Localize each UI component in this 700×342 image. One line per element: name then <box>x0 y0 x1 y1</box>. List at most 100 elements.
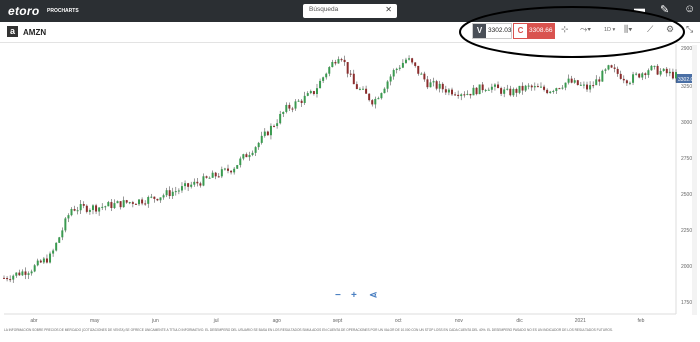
candle-body <box>95 205 98 212</box>
candle-body <box>291 108 294 110</box>
candle-body <box>398 67 401 69</box>
zoom-out-button[interactable]: − <box>335 290 341 301</box>
candle-body <box>303 95 306 103</box>
candle-body <box>586 84 589 90</box>
candle-body <box>558 88 561 90</box>
candle-body <box>509 88 512 96</box>
candle-body <box>478 84 481 95</box>
candle-body <box>426 79 429 88</box>
share-icon[interactable]: ⋖ <box>369 290 377 301</box>
compare-icon[interactable]: ⤳▾ <box>580 24 591 35</box>
candle-body <box>88 210 91 212</box>
candle-body <box>153 196 156 199</box>
candle-body <box>564 82 567 88</box>
candle-body <box>61 230 64 238</box>
candle-body <box>76 210 79 212</box>
candle-body <box>555 88 558 91</box>
y-tick-label: 2500 <box>681 192 692 198</box>
candle-body <box>33 265 36 272</box>
candle-body <box>128 202 131 204</box>
crosshair-icon[interactable]: ⊹ <box>561 24 569 35</box>
buy-button[interactable]: C 3308.66 <box>513 23 555 39</box>
sell-button[interactable]: V 3302.03 <box>472 23 512 39</box>
candle-body <box>45 258 48 263</box>
price-chart[interactable]: 290032503000275025002250200017503302.03a… <box>0 42 700 327</box>
candle-body <box>417 65 420 74</box>
search-input[interactable]: Búsqueda ✕ <box>303 4 397 18</box>
candle-body <box>616 68 619 74</box>
candle-body <box>233 168 236 173</box>
collapse-icon[interactable]: ⤡ <box>686 24 693 35</box>
candle-body <box>85 205 88 212</box>
candle-body <box>362 88 365 90</box>
candle-body <box>205 176 208 178</box>
candle-body <box>3 277 5 279</box>
user-icon[interactable]: ☺ <box>684 3 695 15</box>
close-icon[interactable]: ✕ <box>385 5 392 14</box>
buy-price: 3308.66 <box>529 27 553 34</box>
candle-body <box>180 186 183 191</box>
candle-body <box>579 84 582 86</box>
candle-body <box>134 203 137 205</box>
candle-body <box>644 73 647 76</box>
buy-label: C <box>514 24 527 38</box>
candle-body <box>331 61 334 68</box>
chart-scrollbar[interactable] <box>692 45 697 315</box>
instrument-bar: a AMZN V 3302.03 C 3308.66 <box>0 22 700 43</box>
candle-body <box>444 89 447 93</box>
candle-body <box>454 94 457 96</box>
candle-body <box>6 277 9 280</box>
candle-body <box>383 88 386 94</box>
candle-body <box>257 142 260 148</box>
candle-body <box>447 89 450 93</box>
candle-body <box>481 84 484 91</box>
candle-body <box>328 67 331 74</box>
x-tick-label: jun <box>151 318 159 324</box>
candle-body <box>101 206 104 208</box>
candle-body <box>420 73 423 75</box>
candle-body <box>650 65 653 71</box>
candle-body <box>156 198 159 201</box>
candle-body <box>371 100 374 105</box>
candle-body <box>73 209 76 211</box>
candle-body <box>460 94 463 97</box>
candle-body <box>438 83 441 89</box>
etoro-logo[interactable]: etoro <box>8 4 40 18</box>
candle-body <box>368 93 371 101</box>
draw-tools-icon[interactable]: ⟋ <box>647 24 653 35</box>
candle-body <box>521 85 524 91</box>
candle-body <box>309 91 312 94</box>
candle-body <box>36 260 39 266</box>
x-tick-label: jul <box>213 318 219 324</box>
settings-icon[interactable]: ⚙ <box>666 24 674 35</box>
candle-body <box>18 272 21 276</box>
candle-body <box>432 81 435 83</box>
pencil-icon[interactable]: ✎ <box>660 3 669 16</box>
candle-body <box>358 88 361 90</box>
candle-body <box>601 70 604 82</box>
candle-body <box>598 79 601 82</box>
chart-type-icon[interactable]: ⫼▾ <box>624 24 633 35</box>
candle-body <box>297 100 300 102</box>
zoom-in-button[interactable]: + <box>351 290 357 301</box>
candle-body <box>340 59 343 61</box>
candle-body <box>42 258 45 263</box>
x-tick-label: dic <box>516 318 523 324</box>
candle-body <box>162 195 165 198</box>
candle-body <box>15 272 18 276</box>
candle-body <box>245 154 248 158</box>
candle-body <box>248 154 251 158</box>
candle-body <box>647 70 650 76</box>
candle-body <box>91 205 94 211</box>
candle-body <box>380 93 383 99</box>
y-tick-label: 3000 <box>681 120 692 126</box>
candle-body <box>625 80 628 84</box>
candle-body <box>266 131 269 136</box>
candle-body <box>469 93 472 96</box>
candle-body <box>659 70 662 75</box>
candle-body <box>294 101 297 109</box>
layout-icon[interactable]: ▬ <box>634 3 645 15</box>
candle-body <box>374 98 377 105</box>
candle-body <box>168 190 171 197</box>
timeframe-dropdown[interactable]: 1D ▾ <box>604 27 615 33</box>
